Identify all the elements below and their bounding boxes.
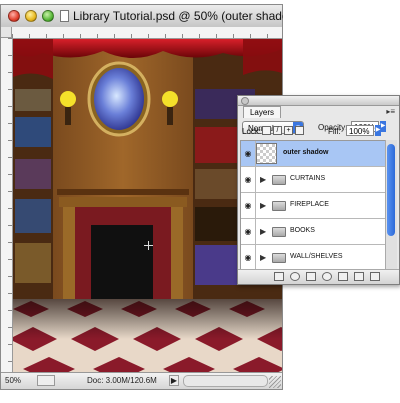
horizontal-ruler[interactable]	[12, 27, 282, 39]
document-icon	[60, 10, 69, 22]
visibility-eye-icon[interactable]: ◉	[241, 193, 256, 218]
folder-icon	[272, 253, 286, 263]
lock-paint-icon[interactable]: /	[273, 126, 282, 135]
horizontal-scrollbar[interactable]	[183, 375, 268, 387]
fill-label: Fill:	[328, 127, 341, 136]
close-button[interactable]	[8, 10, 20, 22]
zoom-button[interactable]	[42, 10, 54, 22]
lock-label: Lock:	[242, 127, 262, 136]
layer-name: FIREPLACE	[290, 201, 329, 208]
visibility-eye-icon[interactable]: ◉	[241, 167, 256, 192]
folder-icon	[272, 227, 286, 237]
scrollbar-thumb[interactable]	[387, 144, 395, 236]
fill-field[interactable]: 100%	[346, 125, 374, 136]
expand-triangle-icon[interactable]: ▶	[260, 253, 266, 262]
resize-grip[interactable]	[269, 376, 281, 388]
layers-palette: Layers ▸≡ Normal ▾ Opacity: 100% ▶ Lock:…	[237, 95, 400, 285]
layer-row-outer-shadow[interactable]: ◉ outer shadow	[241, 141, 388, 167]
fill-slider-arrow-icon[interactable]: ▶	[375, 125, 381, 136]
expand-triangle-icon[interactable]: ▶	[260, 175, 266, 184]
lock-all-icon[interactable]	[295, 126, 304, 135]
lock-position-icon[interactable]: +	[284, 126, 293, 135]
ruler-origin[interactable]	[1, 27, 12, 38]
palette-menu-icon[interactable]: ▸≡	[386, 107, 395, 116]
expand-triangle-icon[interactable]: ▶	[260, 201, 266, 210]
lock-transparency-icon[interactable]	[262, 126, 271, 135]
layer-name: CURTAINS	[290, 175, 326, 182]
layer-name: outer shadow	[283, 149, 329, 156]
palette-close-button[interactable]	[241, 97, 249, 105]
palette-footer	[238, 269, 399, 284]
visibility-eye-icon[interactable]: ◉	[241, 245, 256, 270]
vertical-ruler[interactable]	[1, 38, 13, 373]
visibility-eye-icon[interactable]: ◉	[241, 141, 256, 166]
window-title: Library Tutorial.psd @ 50% (outer shadow…	[73, 9, 283, 23]
folder-icon	[272, 175, 286, 185]
layer-style-icon[interactable]	[290, 272, 300, 281]
link-layers-icon[interactable]	[274, 272, 284, 281]
visibility-eye-icon[interactable]: ◉	[241, 219, 256, 244]
title-bar[interactable]: Library Tutorial.psd @ 50% (outer shadow…	[1, 5, 283, 28]
layer-name: WALL/SHELVES	[290, 253, 343, 260]
tab-layers[interactable]: Layers	[243, 106, 281, 118]
minimize-button[interactable]	[25, 10, 37, 22]
layers-scrollbar[interactable]	[385, 140, 397, 270]
palette-title-bar[interactable]	[238, 96, 399, 106]
layer-name: BOOKS	[290, 227, 315, 234]
document-size: Doc: 3.00M/120.6M	[87, 376, 157, 385]
new-layer-icon[interactable]	[354, 272, 364, 281]
layers-list: ◉ outer shadow ◉ ▶ CURTAINS ◉ ▶ FIREPLAC…	[240, 140, 389, 272]
zoom-preview-icon[interactable]	[37, 375, 55, 386]
expand-triangle-icon[interactable]: ▶	[260, 227, 266, 236]
layer-thumbnail	[256, 143, 277, 164]
left-shelf-books	[15, 89, 51, 283]
status-menu-arrow-icon[interactable]: ▶	[169, 375, 179, 386]
layer-row-books[interactable]: ◉ ▶ BOOKS	[241, 219, 388, 245]
adjustment-layer-icon[interactable]	[322, 272, 332, 281]
zoom-level[interactable]: 50%	[5, 376, 21, 385]
layer-row-fireplace[interactable]: ◉ ▶ FIREPLACE	[241, 193, 388, 219]
status-bar: 50% Doc: 3.00M/120.6M ▶	[1, 372, 282, 389]
crosshair-cursor	[144, 241, 153, 250]
layer-row-wall-shelves[interactable]: ◉ ▶ WALL/SHELVES	[241, 245, 388, 271]
layer-mask-icon[interactable]	[306, 272, 316, 281]
folder-icon	[272, 201, 286, 211]
new-group-icon[interactable]	[338, 272, 348, 281]
trash-icon[interactable]	[370, 272, 380, 281]
layer-row-curtains[interactable]: ◉ ▶ CURTAINS	[241, 167, 388, 193]
